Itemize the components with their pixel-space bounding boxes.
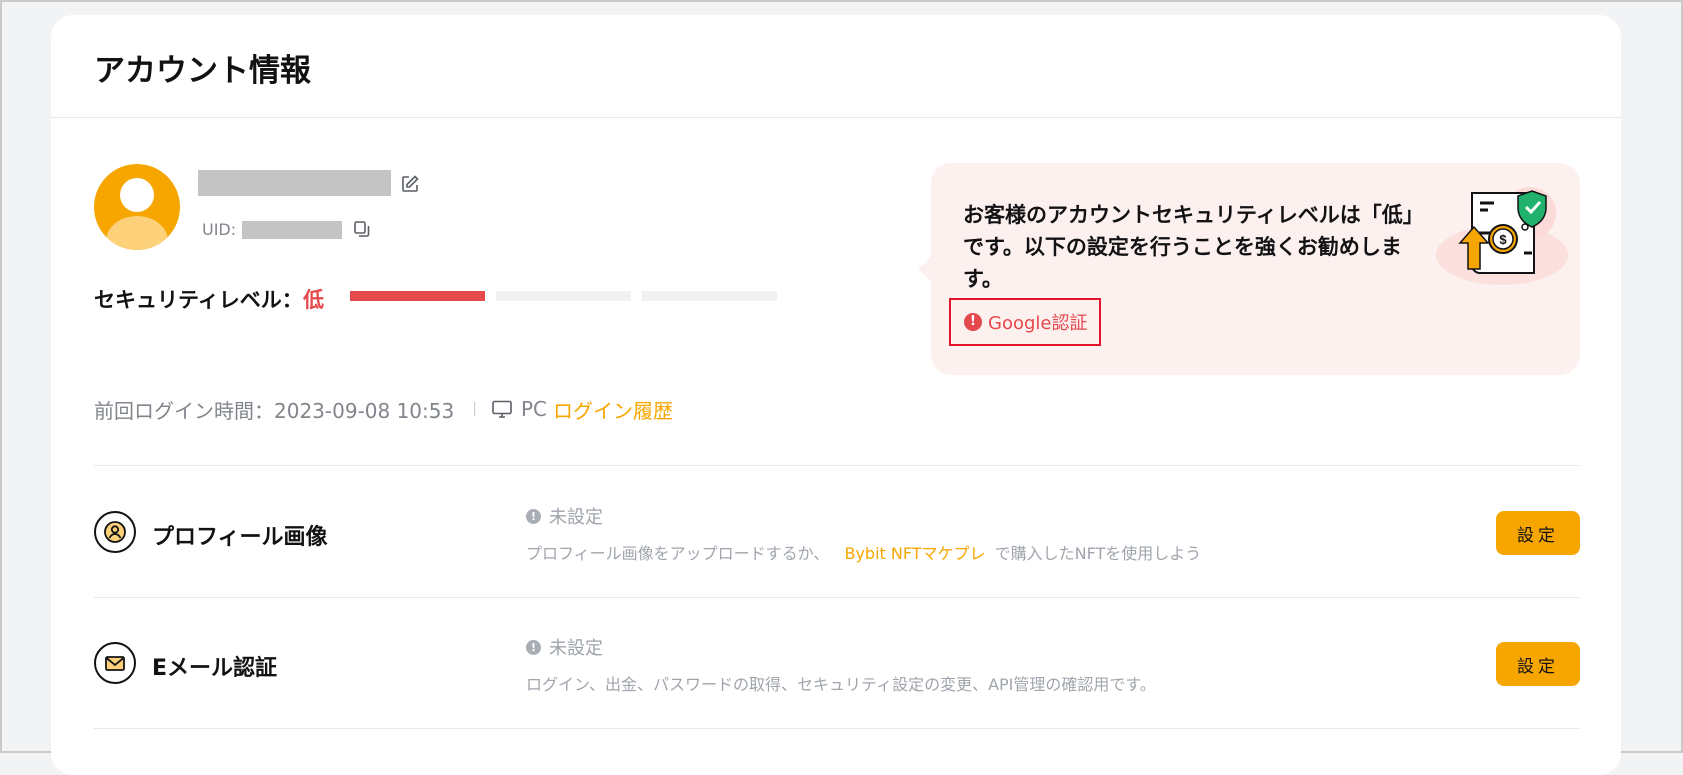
profile-image-set-button[interactable]: 設定 xyxy=(1496,511,1580,555)
security-bar-segment-2 xyxy=(496,291,631,301)
email-verification-title: Eメール認証 xyxy=(152,656,278,681)
desc-text: プロフィール画像をアップロードするか、 xyxy=(526,544,830,563)
security-shield-illustration: $ xyxy=(1436,187,1568,285)
email-verification-set-button[interactable]: 設定 xyxy=(1496,642,1580,686)
uid-redacted xyxy=(242,221,342,239)
notice-message: お客様のアカウントセキュリティレベルは「低」です。以下の設定を行うことを強くお勧… xyxy=(963,203,1424,291)
row-divider xyxy=(94,728,1580,729)
email-verification-status: ! 未設定 xyxy=(526,634,603,660)
desc-text-after: で購入したNFTを使用しよう xyxy=(994,544,1202,563)
info-icon: ! xyxy=(526,639,541,655)
username-redacted xyxy=(198,170,391,196)
nft-marketplace-link[interactable]: Bybit NFTマケプレ xyxy=(844,544,985,563)
row-divider xyxy=(94,597,1580,598)
avatar[interactable] xyxy=(94,164,180,250)
status-text: 未設定 xyxy=(549,638,603,659)
uid-label: UID: xyxy=(202,220,237,239)
row-divider xyxy=(94,465,1580,466)
security-level-label: セキュリティレベル： xyxy=(94,288,303,312)
info-icon: ! xyxy=(526,508,541,524)
user-circle-icon xyxy=(94,511,136,553)
copy-icon[interactable] xyxy=(353,220,371,238)
page-title: アカウント情報 xyxy=(94,53,311,89)
svg-text:$: $ xyxy=(1499,232,1507,247)
profile-image-description: プロフィール画像をアップロードするか、 Bybit NFTマケプレ で購入したN… xyxy=(526,540,1201,564)
alert-icon: ! xyxy=(964,313,982,331)
security-level-value: 低 xyxy=(303,288,324,312)
google-auth-label: Google認証 xyxy=(988,313,1088,334)
profile-image-title: プロフィール画像 xyxy=(152,525,328,550)
status-text: 未設定 xyxy=(549,507,603,528)
avatar-head xyxy=(120,178,154,212)
title-divider xyxy=(51,117,1621,118)
security-bar-segment-1 xyxy=(350,291,485,301)
avatar-body xyxy=(106,216,168,250)
monitor-icon xyxy=(492,400,512,418)
envelope-icon xyxy=(94,642,136,684)
email-verification-description: ログイン、出金、パスワードの取得、セキュリティ設定の変更、API管理の確認用です… xyxy=(526,675,1156,694)
profile-image-status: ! 未設定 xyxy=(526,503,603,529)
last-login-row: 前回ログイン時間：2023-09-08 10:53 | PC ログイン履歴 xyxy=(94,395,673,423)
last-login-text: 前回ログイン時間：2023-09-08 10:53 xyxy=(94,398,455,423)
notice-pointer xyxy=(918,256,932,282)
security-bar-segment-3 xyxy=(642,291,777,301)
device-name: PC xyxy=(520,397,547,421)
login-history-link[interactable]: ログイン履歴 xyxy=(553,395,673,424)
edit-icon[interactable] xyxy=(400,174,420,194)
google-auth-link[interactable]: ! Google認証 xyxy=(949,298,1101,346)
separator: | xyxy=(472,401,477,417)
